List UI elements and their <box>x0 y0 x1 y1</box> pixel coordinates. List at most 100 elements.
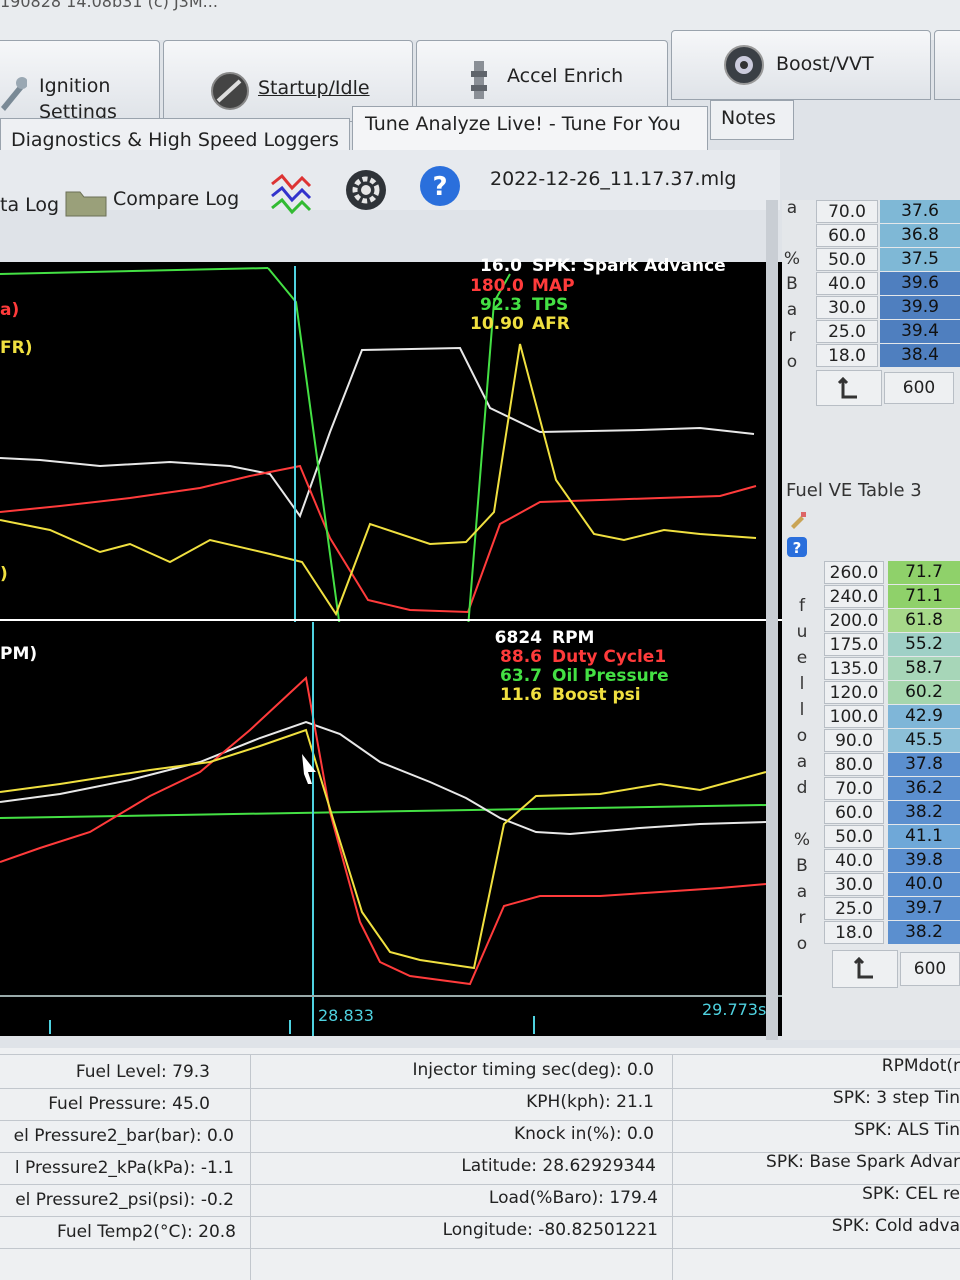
log-graph-bottom[interactable]: PM) 6824 RPM 88.6 Duty Cycle1 63.7 Oil Pres… <box>0 622 782 1000</box>
load-cell[interactable]: 135.0 <box>824 657 884 680</box>
compare-log-button[interactable]: Compare Log <box>113 188 239 210</box>
tab-boost-vvt[interactable]: Boost/VVT <box>671 30 931 100</box>
subtab-notes[interactable]: Notes <box>710 100 794 140</box>
subtab-notes-label: Notes <box>721 107 776 129</box>
runtime-value: el Pressure2_bar(bar): 0.0 <box>13 1126 234 1146</box>
load-cell[interactable]: 200.0 <box>824 609 884 632</box>
runtime-value: Latitude: 28.62929344 <box>461 1156 656 1176</box>
axis-letter: e <box>796 648 808 668</box>
table-value-cell[interactable]: 60.2 <box>888 681 960 704</box>
log-graph-top[interactable]: a) FR) ) 16.0 SPK: Spark Advance 180.0 MAP… <box>0 256 782 622</box>
legend-name: AFR <box>532 314 570 334</box>
load-cell[interactable]: 80.0 <box>824 753 884 776</box>
plot2-left-label-rpm: PM) <box>0 644 38 664</box>
axis-letter: f <box>799 596 805 616</box>
table-value-cell[interactable]: 42.9 <box>888 705 960 728</box>
table-value-cell[interactable]: 40.0 <box>888 873 960 896</box>
rpm-axis-toggle-button[interactable] <box>816 370 882 406</box>
load-cell[interactable]: 25.0 <box>816 320 878 343</box>
tab-accel-enrich-label: Accel Enrich <box>507 65 624 87</box>
runtime-value: l Pressure2_kPa(kPa): -1.1 <box>14 1158 234 1178</box>
axis-letter: u <box>796 622 808 642</box>
plot2-duty-cycle-trace <box>0 676 767 986</box>
legend-value: 88.6 <box>500 647 542 667</box>
time-axis[interactable]: 28.833 29.773s. <box>0 1000 782 1036</box>
load-cell[interactable]: 175.0 <box>824 633 884 656</box>
legend-name: Boost psi <box>552 685 641 705</box>
load-cell[interactable]: 60.0 <box>816 224 878 247</box>
table-value-cell[interactable]: 38.2 <box>888 801 960 824</box>
runtime-value: SPK: ALS Tin <box>854 1120 960 1140</box>
table-value-cell[interactable]: 39.7 <box>888 897 960 920</box>
load-cell[interactable]: 100.0 <box>824 705 884 728</box>
runtime-value: SPK: Cold adva <box>831 1216 960 1236</box>
load-cell[interactable]: 18.0 <box>824 921 884 944</box>
tab-overflow[interactable] <box>934 30 960 100</box>
table-value-cell[interactable]: 55.2 <box>888 633 960 656</box>
table-value-cell[interactable]: 37.5 <box>880 248 960 271</box>
load-cell[interactable]: 240.0 <box>824 585 884 608</box>
help-icon[interactable]: ? <box>418 164 462 208</box>
rpm-axis-cell[interactable]: 600 <box>900 952 960 986</box>
load-cell[interactable]: 70.0 <box>816 200 878 223</box>
load-cell[interactable]: 260.0 <box>824 561 884 584</box>
legend-value: 63.7 <box>500 666 542 686</box>
subtab-tune-analyze[interactable]: Tune Analyze Live! - Tune For You <box>352 106 708 152</box>
window-title: 190828 14.08b31 (c) J3M... <box>0 0 218 11</box>
table-value-cell[interactable]: 38.2 <box>888 921 960 944</box>
table-value-cell[interactable]: 45.5 <box>888 729 960 752</box>
table-value-cell[interactable]: 71.7 <box>888 561 960 584</box>
load-cell[interactable]: 50.0 <box>816 248 878 271</box>
load-cell[interactable]: 50.0 <box>824 825 884 848</box>
load-cell[interactable]: 70.0 <box>824 777 884 800</box>
legend-value: 180.0 <box>470 276 524 296</box>
table-value-cell[interactable]: 36.2 <box>888 777 960 800</box>
runtime-value: el Pressure2_psi(psi): -0.2 <box>15 1190 234 1210</box>
table-value-cell[interactable]: 38.4 <box>880 344 960 367</box>
load-cell[interactable]: 25.0 <box>824 897 884 920</box>
panel-splitter[interactable] <box>766 200 778 1040</box>
axis-letter: o <box>796 726 808 746</box>
plot1-map-trace <box>0 464 757 614</box>
legend-name: MAP <box>532 276 575 296</box>
table-value-cell[interactable]: 71.1 <box>888 585 960 608</box>
load-cell[interactable]: 30.0 <box>824 873 884 896</box>
plot1-canvas[interactable] <box>0 262 782 622</box>
plot1-legend-spark: 16.0 SPK: Spark Advance <box>470 256 726 276</box>
table-value-cell[interactable]: 39.4 <box>880 320 960 343</box>
edit-icon[interactable] <box>788 510 808 530</box>
plot1-afr-trace <box>0 343 757 617</box>
table-value-cell[interactable]: 39.8 <box>888 849 960 872</box>
load-cell[interactable]: 90.0 <box>824 729 884 752</box>
load-cell[interactable]: 120.0 <box>824 681 884 704</box>
load-cell[interactable]: 30.0 <box>816 296 878 319</box>
legend-value: 6824 <box>494 628 542 648</box>
folder-icon[interactable] <box>64 184 108 218</box>
axis-letter: o <box>786 352 798 372</box>
load-cell[interactable]: 40.0 <box>816 272 878 295</box>
svg-text:?: ? <box>432 172 447 202</box>
plot2-legend-boost: 11.6 Boost psi <box>490 685 641 705</box>
cursor-time-label: 28.833 <box>318 1006 374 1025</box>
tab-ignition-settings[interactable]: Ignition Settings <box>0 40 160 123</box>
load-cell[interactable]: 40.0 <box>824 849 884 872</box>
load-cell[interactable]: 60.0 <box>824 801 884 824</box>
table-value-cell[interactable]: 37.8 <box>888 753 960 776</box>
load-cell[interactable]: 18.0 <box>816 344 878 367</box>
table-value-cell[interactable]: 61.8 <box>888 609 960 632</box>
runtime-value: Longitude: -80.82501221 <box>442 1220 658 1240</box>
chart-lines-icon[interactable] <box>268 170 314 216</box>
table-value-cell[interactable]: 39.9 <box>880 296 960 319</box>
table-value-cell[interactable]: 36.8 <box>880 224 960 247</box>
runtime-value: Injector timing sec(deg): 0.0 <box>412 1060 654 1080</box>
data-log-button[interactable]: ta Log <box>0 194 59 216</box>
runtime-value: SPK: CEL re <box>862 1184 960 1204</box>
table-value-cell[interactable]: 41.1 <box>888 825 960 848</box>
rpm-axis-toggle-button[interactable] <box>832 950 898 988</box>
rpm-axis-cell[interactable]: 600 <box>884 372 954 404</box>
ve-table-help-icon[interactable]: ? <box>786 536 808 558</box>
table-value-cell[interactable]: 58.7 <box>888 657 960 680</box>
gear-icon[interactable] <box>344 168 388 212</box>
table-value-cell[interactable]: 39.6 <box>880 272 960 295</box>
table-value-cell[interactable]: 37.6 <box>880 200 960 223</box>
